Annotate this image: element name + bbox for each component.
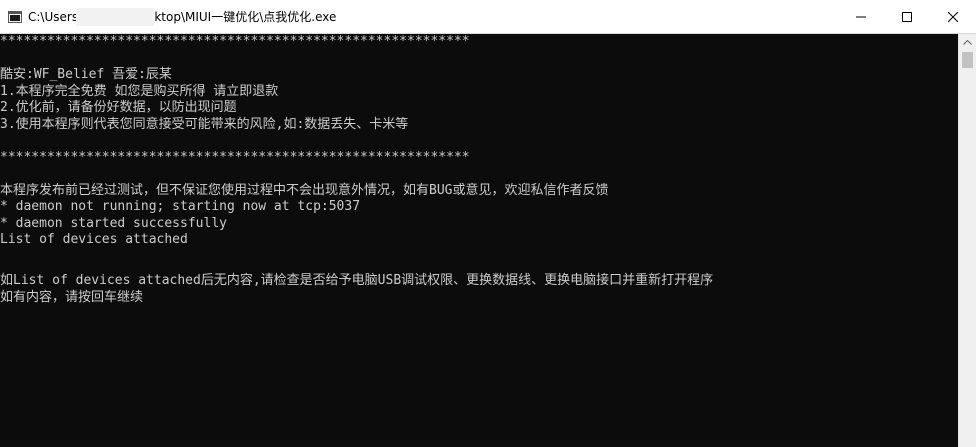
console-line: 酷安:WF_Belief 吾爱:辰某 [0, 67, 172, 82]
console-line: * daemon started successfully [0, 215, 227, 231]
console-line: 3.使用本程序则代表您同意接受可能带来的风险,如:数据丢失、卡米等 [0, 116, 409, 132]
console-line: ****************************************… [0, 149, 470, 165]
scroll-up-button[interactable] [959, 34, 976, 51]
maximize-button[interactable] [884, 0, 930, 34]
console-line: 如List of devices attached后无内容,请检查是否给予电脑U… [0, 273, 714, 288]
console-line: ****************************************… [0, 34, 470, 49]
close-button[interactable] [930, 0, 976, 34]
scrollbar-thumb[interactable] [962, 52, 973, 68]
title-bar[interactable]: C:\Users Desktop\MIUI一键优化\点我优化.exe [0, 0, 976, 34]
console-line: 本程序发布前已经过测试，但不保证您使用过程中不会出现意外情况，如有BUG或意见，… [0, 182, 609, 198]
console-line: List of devices attached [0, 232, 188, 247]
console-line: 2.优化前，请备份好数据，以防出现问题 [0, 100, 237, 115]
redacted-username [76, 8, 154, 26]
console-line: 如有内容，请按回车继续 [0, 289, 144, 305]
window-title: C:\Users Desktop\MIUI一键优化\点我优化.exe [28, 10, 337, 24]
close-icon [948, 12, 958, 22]
maximize-icon [902, 12, 912, 22]
scroll-up-arrow-icon [963, 40, 972, 45]
vertical-scrollbar[interactable] [958, 34, 976, 447]
console-output[interactable]: ****************************************… [0, 34, 958, 447]
console-line: * daemon not running; starting now at tc… [0, 199, 361, 214]
minimize-icon [856, 16, 866, 18]
minimize-button[interactable] [838, 0, 884, 34]
console-window: C:\Users Desktop\MIUI一键优化\点我优化.exe *****… [0, 0, 976, 447]
console-line: 1.本程序完全免费 如您是购买所得 请立即退款 [0, 83, 279, 99]
console-app-icon [8, 10, 22, 23]
